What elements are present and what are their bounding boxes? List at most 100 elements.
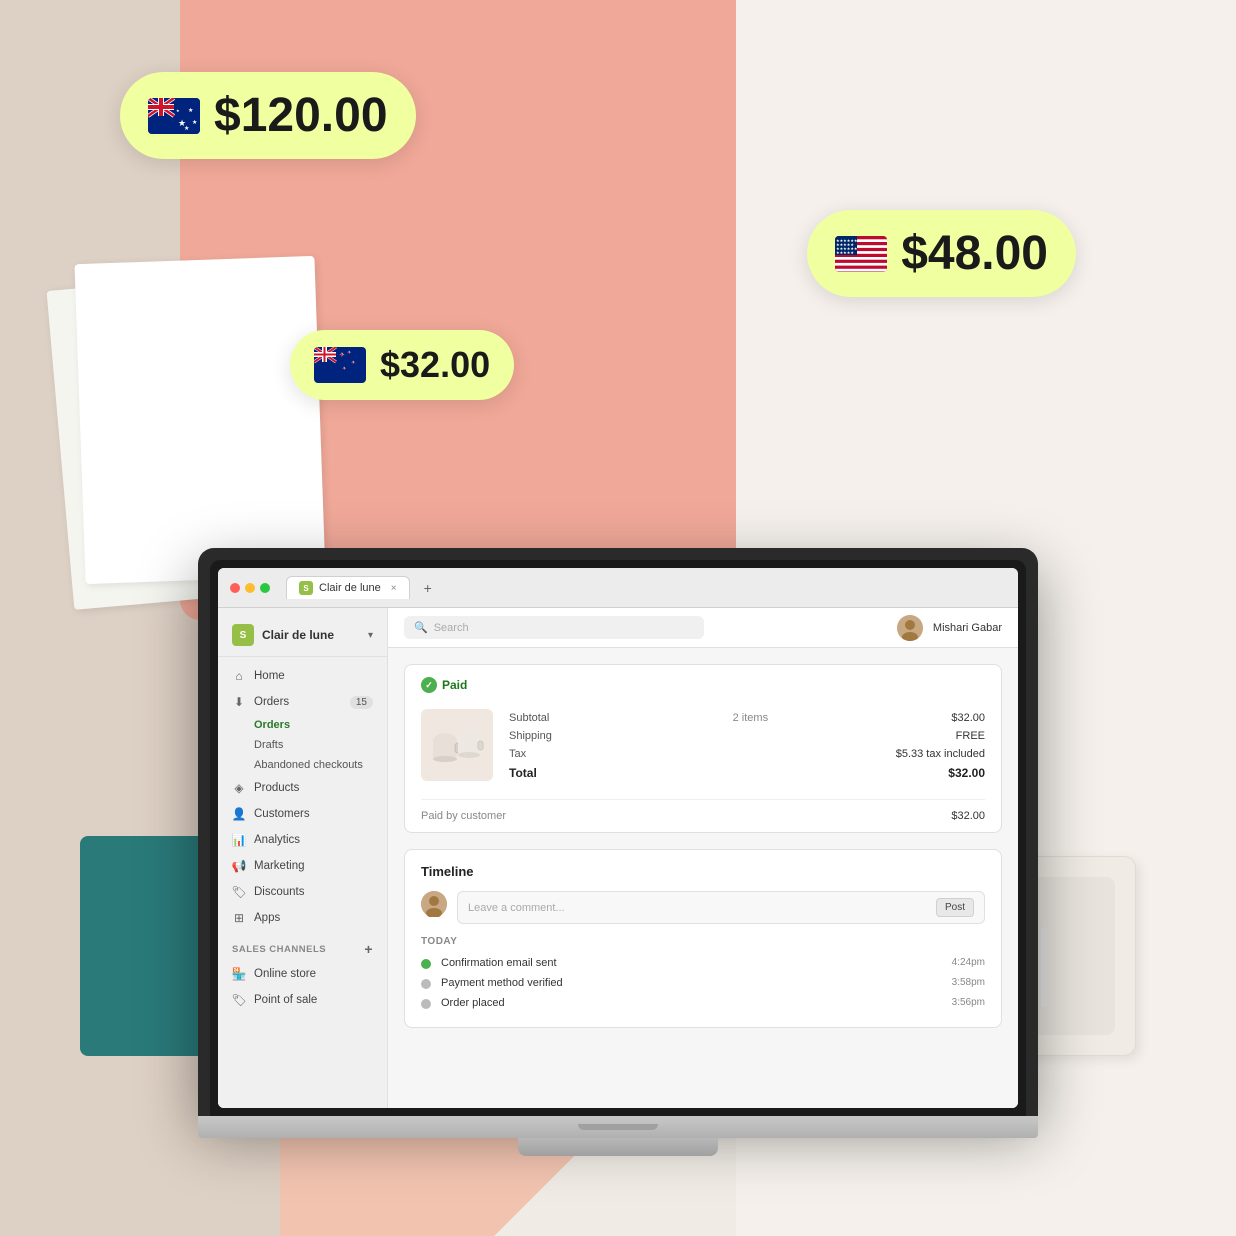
sidebar: S Clair de lune ▾ ⌂ Home ⬇ Orders 15 [218, 608, 388, 1108]
timeline-event-2-time: 3:58pm [952, 977, 985, 988]
laptop-stand [518, 1138, 718, 1156]
add-sales-channel-button[interactable]: + [364, 941, 373, 957]
top-bar: 🔍 Search [388, 608, 1018, 648]
store-name: Clair de lune [262, 628, 334, 642]
analytics-icon: 📊 [232, 833, 246, 847]
browser-tab[interactable]: S Clair de lune × [286, 576, 410, 599]
sidebar-item-customers[interactable]: 👤 Customers [218, 801, 387, 827]
content-inner: ✓ Paid [388, 648, 1018, 1044]
comment-row: Leave a comment... Post [421, 891, 985, 924]
sidebar-analytics-label: Analytics [254, 834, 300, 846]
laptop: S Clair de lune × + S Clair de lune ▾ [198, 548, 1038, 1156]
sidebar-item-orders[interactable]: ⬇ Orders 15 [218, 689, 387, 715]
price-bubble-newzealand: ✦ ✦ ✦ ✦ ✦ ✦ ✦ ✦ $32.00 [290, 330, 514, 400]
sales-channels-header: SALES CHANNELS + [218, 931, 387, 961]
timeline-event-2: Payment method verified 3:58pm [421, 973, 985, 993]
pencil-white [1041, 927, 1047, 1007]
marketing-icon: 📢 [232, 859, 246, 873]
order-details: Subtotal 2 items $32.00 Shipping FREE [405, 701, 1001, 799]
sidebar-subitem-orders[interactable]: Orders [218, 715, 387, 735]
timeline-day-label: TODAY [421, 936, 985, 947]
svg-text:★: ★ [176, 108, 180, 113]
sidebar-item-pos[interactable]: 🏷 Point of sale [218, 987, 387, 1013]
total-value: $32.00 [948, 766, 985, 780]
app-layout: S Clair de lune ▾ ⌂ Home ⬇ Orders 15 [218, 608, 1018, 1108]
paid-label: Paid [442, 678, 467, 692]
sidebar-logo[interactable]: S Clair de lune ▾ [218, 618, 387, 657]
flag-usa: ★★★★★★ ★★★★★ ★★★★★★ ★★★★★ [835, 236, 887, 272]
timeline-event-3-text: Order placed [441, 997, 942, 1009]
laptop-screen-bezel: S Clair de lune × + S Clair de lune ▾ [210, 560, 1026, 1116]
order-status: ✓ Paid [405, 665, 1001, 701]
products-icon: ◈ [232, 781, 246, 795]
price-us-amount: $48.00 [901, 226, 1048, 281]
home-icon: ⌂ [232, 669, 246, 683]
paid-check-icon: ✓ [421, 677, 437, 693]
sidebar-online-store-label: Online store [254, 968, 316, 980]
user-name: Mishari Gabar [933, 622, 1002, 634]
flag-newzealand: ✦ ✦ ✦ ✦ ✦ ✦ ✦ ✦ [314, 347, 366, 383]
product-image [421, 709, 493, 781]
sidebar-orders-label: Orders [254, 696, 289, 708]
laptop-screen: S Clair de lune × + S Clair de lune ▾ [218, 568, 1018, 1108]
tab-title: Clair de lune [319, 582, 381, 594]
comment-placeholder: Leave a comment... [468, 902, 565, 914]
top-bar-right: Mishari Gabar [897, 615, 1002, 641]
shipping-label: Shipping [509, 730, 552, 742]
apps-icon: ⊞ [232, 911, 246, 925]
sidebar-item-marketing[interactable]: 📢 Marketing [218, 853, 387, 879]
price-au-amount: $120.00 [214, 88, 388, 143]
sidebar-discounts-label: Discounts [254, 886, 305, 898]
sidebar-subitem-drafts[interactable]: Drafts [218, 735, 387, 755]
flag-australia: ★ ★ ★ ★ ★ [148, 98, 200, 134]
search-placeholder: Search [434, 622, 469, 634]
sidebar-item-analytics[interactable]: 📊 Analytics [218, 827, 387, 853]
order-card: ✓ Paid [404, 664, 1002, 833]
main-content: ✓ Paid [388, 648, 1018, 1108]
orders-badge: 15 [350, 696, 373, 709]
comment-input[interactable]: Leave a comment... Post [457, 891, 985, 924]
tax-row: Tax $5.33 tax included [509, 745, 985, 763]
tab-close-icon[interactable]: × [391, 583, 397, 594]
store-dropdown-icon[interactable]: ▾ [368, 630, 373, 641]
sidebar-item-apps[interactable]: ⊞ Apps [218, 905, 387, 931]
subtotal-value: $32.00 [951, 712, 985, 724]
price-bubble-australia: ★ ★ ★ ★ ★ $120.00 [120, 72, 416, 159]
sidebar-item-online-store[interactable]: 🏪 Online store [218, 961, 387, 987]
timeline-title: Timeline [421, 864, 985, 879]
maximize-button-traffic-light[interactable] [260, 583, 270, 593]
paid-by-row: Paid by customer $32.00 [405, 800, 1001, 832]
svg-text:★: ★ [184, 125, 189, 132]
timeline-event-2-text: Payment method verified [441, 977, 942, 989]
sidebar-item-products[interactable]: ◈ Products [218, 775, 387, 801]
sidebar-abandoned-label: Abandoned checkouts [254, 759, 363, 771]
sales-channels-label: SALES CHANNELS [232, 944, 326, 955]
main-area: 🔍 Search [388, 608, 1018, 1108]
sidebar-home-label: Home [254, 670, 285, 682]
svg-text:★★★★★: ★★★★★ [836, 250, 854, 255]
timeline-dot-gray-2 [421, 979, 431, 989]
total-row: Total $32.00 [509, 763, 985, 783]
timeline-event-1-time: 4:24pm [952, 957, 985, 968]
total-label: Total [509, 766, 537, 780]
sidebar-customers-label: Customers [254, 808, 310, 820]
new-tab-button[interactable]: + [418, 580, 438, 596]
post-button[interactable]: Post [936, 898, 974, 917]
user-avatar [897, 615, 923, 641]
comment-avatar [421, 891, 447, 917]
laptop-base [198, 1116, 1038, 1138]
paid-by-value: $32.00 [951, 810, 985, 822]
online-store-icon: 🏪 [232, 967, 246, 981]
sidebar-subitem-abandoned[interactable]: Abandoned checkouts [218, 755, 387, 775]
svg-text:✦: ✦ [339, 352, 344, 359]
laptop-screen-outer: S Clair de lune × + S Clair de lune ▾ [198, 548, 1038, 1116]
shopify-favicon: S [299, 581, 313, 595]
svg-text:★: ★ [192, 119, 197, 126]
search-bar[interactable]: 🔍 Search [404, 616, 704, 639]
sidebar-products-label: Products [254, 782, 299, 794]
sidebar-item-home[interactable]: ⌂ Home [218, 663, 387, 689]
minimize-button-traffic-light[interactable] [245, 583, 255, 593]
sidebar-item-discounts[interactable]: 🏷 Discounts [218, 879, 387, 905]
tax-value: $5.33 tax included [896, 748, 985, 760]
close-button-traffic-light[interactable] [230, 583, 240, 593]
